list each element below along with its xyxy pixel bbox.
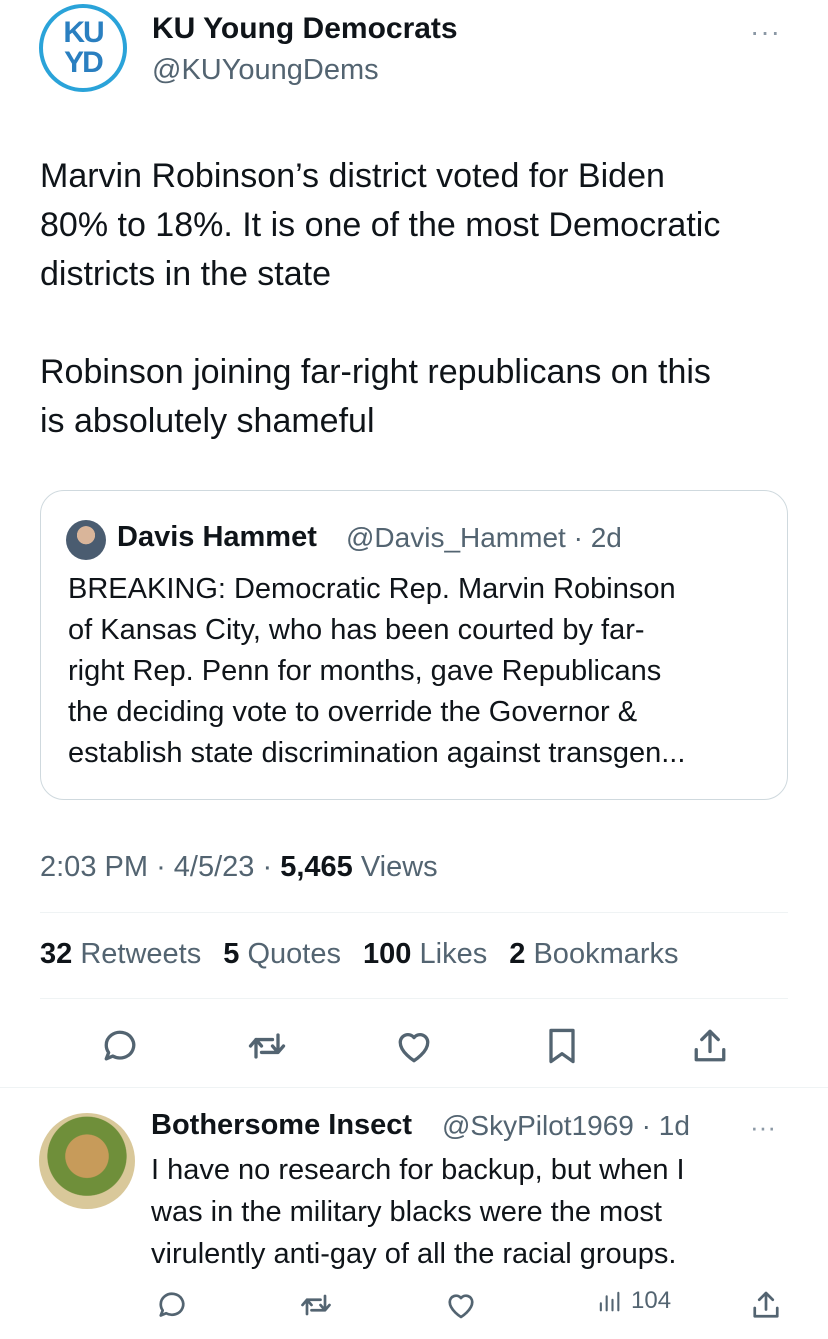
reply-reply-icon[interactable] xyxy=(154,1287,190,1323)
quotes-label: Quotes xyxy=(247,938,341,970)
likes-count: 100 xyxy=(363,938,412,970)
reply-retweet-icon[interactable] xyxy=(298,1287,334,1323)
views-label: Views xyxy=(360,851,438,883)
logo-text-bottom: YD xyxy=(64,46,104,79)
quotes-stat[interactable]: 5 Quotes xyxy=(223,938,355,970)
bookmarks-count: 2 xyxy=(509,938,526,970)
ku-yd-logo: KU YD xyxy=(63,16,104,79)
author-display-name[interactable]: KU Young Democrats xyxy=(152,12,458,46)
author-avatar[interactable]: KU YD xyxy=(39,4,127,92)
author-handle[interactable]: @KUYoungDems xyxy=(152,54,379,87)
quote-author-handle: @Davis_Hammet xyxy=(346,522,566,553)
reply-age[interactable]: · 1d xyxy=(642,1110,690,1141)
tweet-text: Marvin Robinson’s district voted for Bid… xyxy=(40,157,721,440)
share-icon[interactable] xyxy=(688,1024,732,1068)
retweets-count: 32 xyxy=(40,938,73,970)
section-divider xyxy=(0,1087,828,1088)
quote-author-name: Davis Hammet xyxy=(117,521,317,553)
reply-more-options-icon[interactable]: ··· xyxy=(750,1112,776,1143)
reply-views[interactable]: 104 xyxy=(595,1287,671,1315)
likes-label: Likes xyxy=(419,938,488,970)
reply-views-count: 104 xyxy=(631,1287,672,1314)
retweets-stat[interactable]: 32 Retweets xyxy=(40,938,215,970)
bookmarks-stat[interactable]: 2 Bookmarks xyxy=(509,938,692,970)
retweets-label: Retweets xyxy=(80,938,202,970)
tweet-time[interactable]: 2:03 PM xyxy=(40,851,148,883)
reply-author-meta: @SkyPilot1969 · 1d xyxy=(442,1110,690,1142)
bookmarks-label: Bookmarks xyxy=(533,938,679,970)
quote-text: BREAKING: Democratic Rep. Marvin Robinso… xyxy=(68,573,686,769)
divider xyxy=(40,912,788,913)
reply-author-handle[interactable]: @SkyPilot1969 xyxy=(442,1110,634,1141)
reply-author-avatar[interactable] xyxy=(39,1113,135,1209)
bookmark-icon[interactable] xyxy=(540,1024,584,1068)
quote-author-meta: @Davis_Hammet · 2d xyxy=(346,522,622,554)
quote-age: · 2d xyxy=(573,522,622,553)
tweet-date[interactable]: · 4/5/23 · xyxy=(156,851,272,883)
reply-icon[interactable] xyxy=(98,1024,142,1068)
quote-author-avatar xyxy=(66,520,106,560)
reply-share-icon[interactable] xyxy=(748,1287,784,1323)
reply-author-name[interactable]: Bothersome Insect xyxy=(151,1109,412,1142)
tweet-timestamp: 2:03 PM · 4/5/23 · 5,465 Views xyxy=(40,851,438,884)
quotes-count: 5 xyxy=(223,938,240,970)
more-options-icon[interactable]: ··· xyxy=(750,16,781,48)
engagement-stats: 32 Retweets 5 Quotes 100 Likes 2 Bookmar… xyxy=(40,938,693,971)
reply-like-icon[interactable] xyxy=(443,1287,479,1323)
like-icon[interactable] xyxy=(392,1024,436,1068)
views-icon xyxy=(599,1291,620,1312)
logo-text-top: KU xyxy=(63,16,104,49)
likes-stat[interactable]: 100 Likes xyxy=(363,938,501,970)
views-count: 5,465 xyxy=(280,851,353,883)
retweet-icon[interactable] xyxy=(245,1024,289,1068)
reply-text: I have no research for backup, but when … xyxy=(151,1154,685,1270)
divider xyxy=(40,998,788,999)
